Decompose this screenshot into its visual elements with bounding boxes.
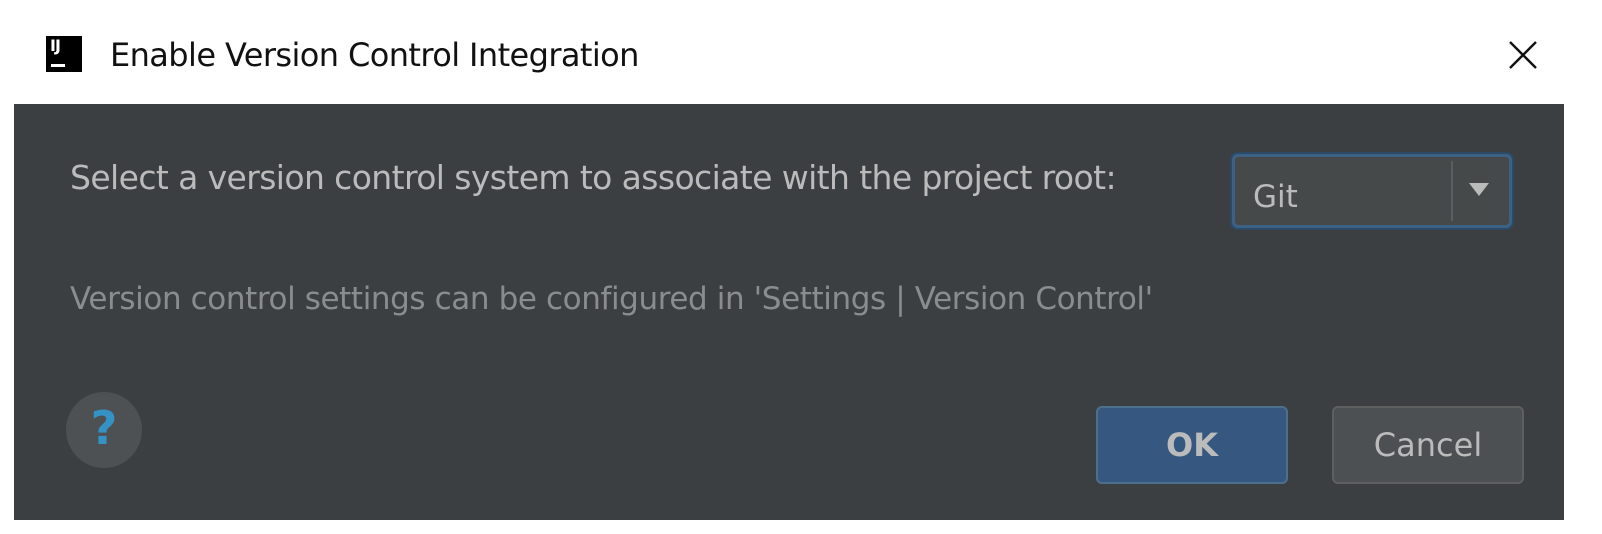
dropdown-divider bbox=[1451, 161, 1453, 221]
close-icon bbox=[1509, 41, 1537, 69]
enable-vcs-dialog: IJ Enable Version Control Integration Se… bbox=[0, 0, 1602, 534]
dropdown-arrow-icon[interactable] bbox=[1469, 183, 1489, 196]
intellij-idea-icon: IJ bbox=[46, 36, 82, 72]
ok-button[interactable]: OK bbox=[1096, 406, 1288, 484]
window-title: Enable Version Control Integration bbox=[110, 36, 639, 74]
help-icon: ? bbox=[90, 401, 118, 455]
settings-hint-text: Version control settings can be configur… bbox=[70, 281, 1153, 317]
dialog-content-panel: Select a version control system to assoc… bbox=[14, 104, 1564, 520]
app-icon-text: IJ bbox=[50, 36, 61, 55]
cancel-button[interactable]: Cancel bbox=[1332, 406, 1524, 484]
close-button[interactable] bbox=[1496, 30, 1548, 82]
vcs-prompt-label: Select a version control system to assoc… bbox=[70, 158, 1117, 197]
vcs-select-value: Git bbox=[1253, 179, 1298, 215]
title-bar[interactable]: IJ Enable Version Control Integration bbox=[0, 0, 1602, 104]
app-icon-underline bbox=[51, 64, 65, 67]
vcs-select-dropdown[interactable]: Git bbox=[1232, 154, 1512, 228]
help-button[interactable]: ? bbox=[66, 392, 142, 468]
